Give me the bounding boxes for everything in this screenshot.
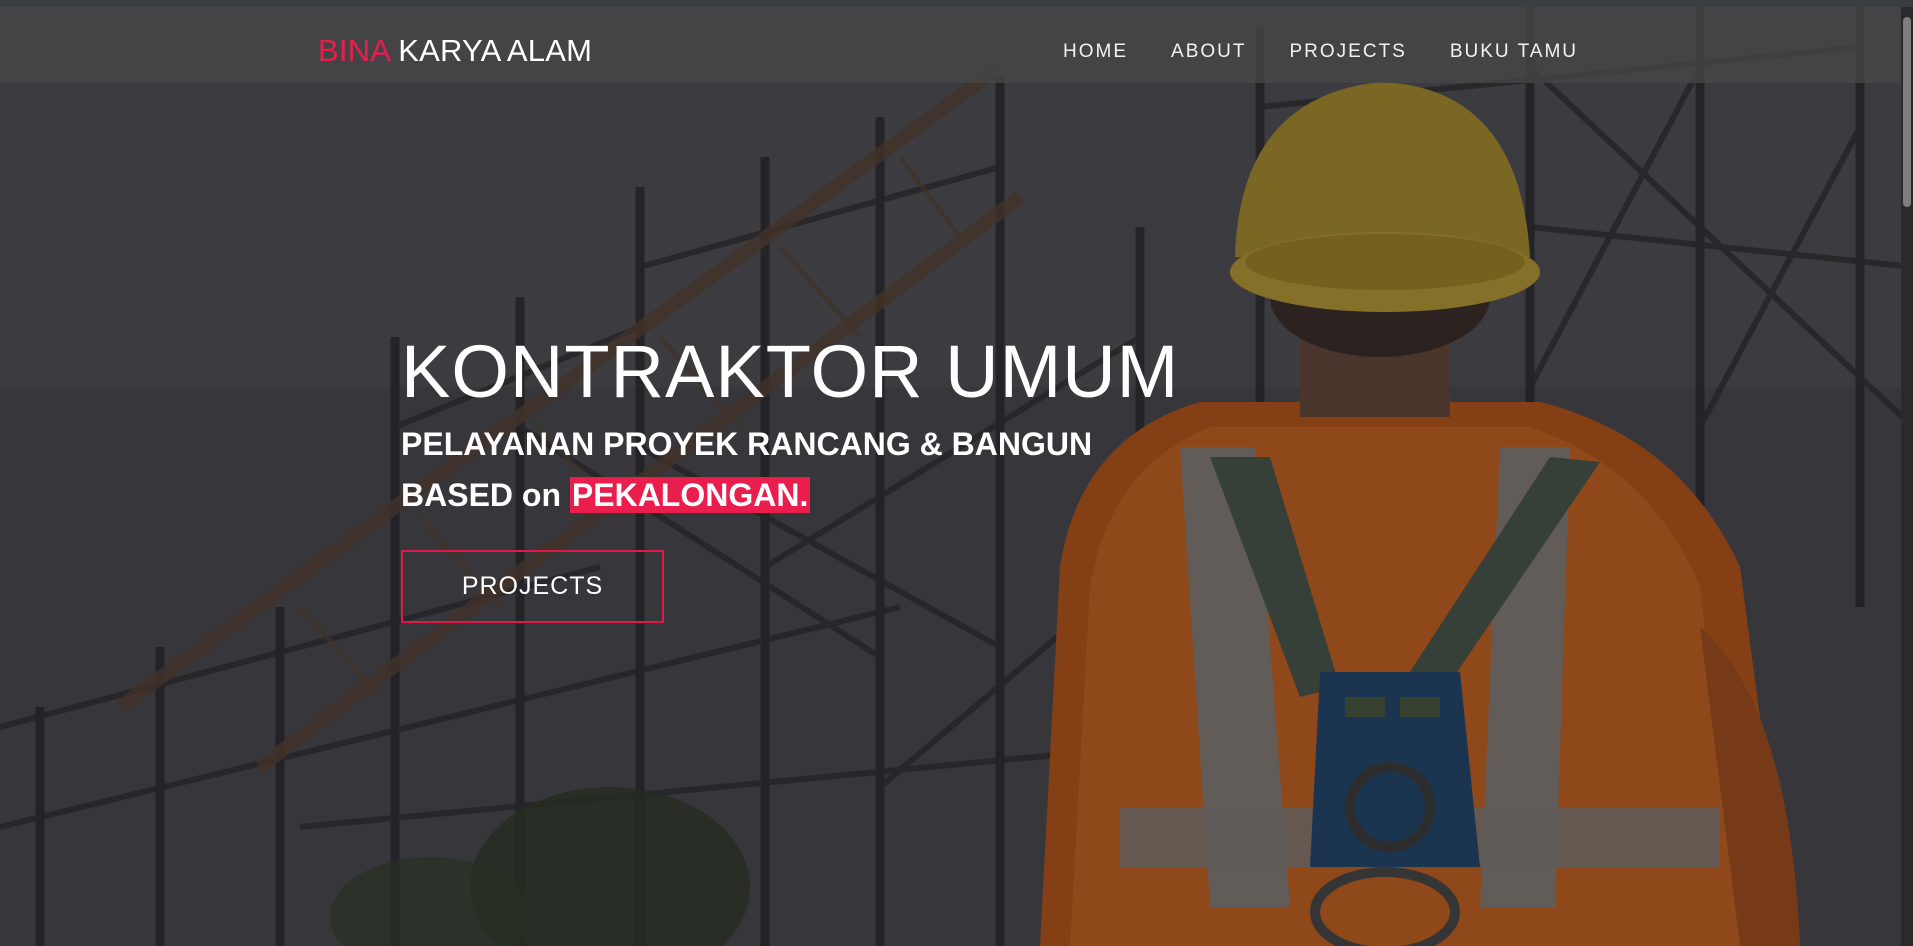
hero-location-highlight: PEKALONGAN. <box>569 477 811 513</box>
hero-dark-overlay <box>0 7 1913 946</box>
nav-about-link[interactable]: ABOUT <box>1171 41 1246 63</box>
scrollbar-thumb[interactable] <box>1903 17 1911 207</box>
hero-section <box>0 7 1913 946</box>
brand-logo[interactable]: BINA KARYA ALAM <box>318 33 592 69</box>
hero-subtitle-line2: BASED on PEKALONGAN. <box>401 476 811 514</box>
brand-name-rest: KARYA ALAM <box>389 33 593 68</box>
hero-based-on-text: BASED on <box>401 477 570 513</box>
hero-subtitle-line1: PELAYANAN PROYEK RANCANG & BANGUN <box>401 426 1093 462</box>
nav-projects-link[interactable]: PROJECTS <box>1290 41 1407 63</box>
projects-cta-button[interactable]: PROJECTS <box>401 550 664 623</box>
brand-accent-word: BINA <box>318 33 390 68</box>
hero-title: KONTRAKTOR UMUM <box>401 330 1180 413</box>
nav-home-link[interactable]: HOME <box>1063 41 1128 63</box>
nav-buku-tamu-link[interactable]: BUKU TAMU <box>1450 41 1578 63</box>
nav-menu: HOME ABOUT PROJECTS BUKU TAMU <box>1063 41 1578 63</box>
top-navbar: BINA KARYA ALAM HOME ABOUT PROJECTS BUKU… <box>0 7 1901 83</box>
page-scrollbar[interactable] <box>1901 7 1913 946</box>
